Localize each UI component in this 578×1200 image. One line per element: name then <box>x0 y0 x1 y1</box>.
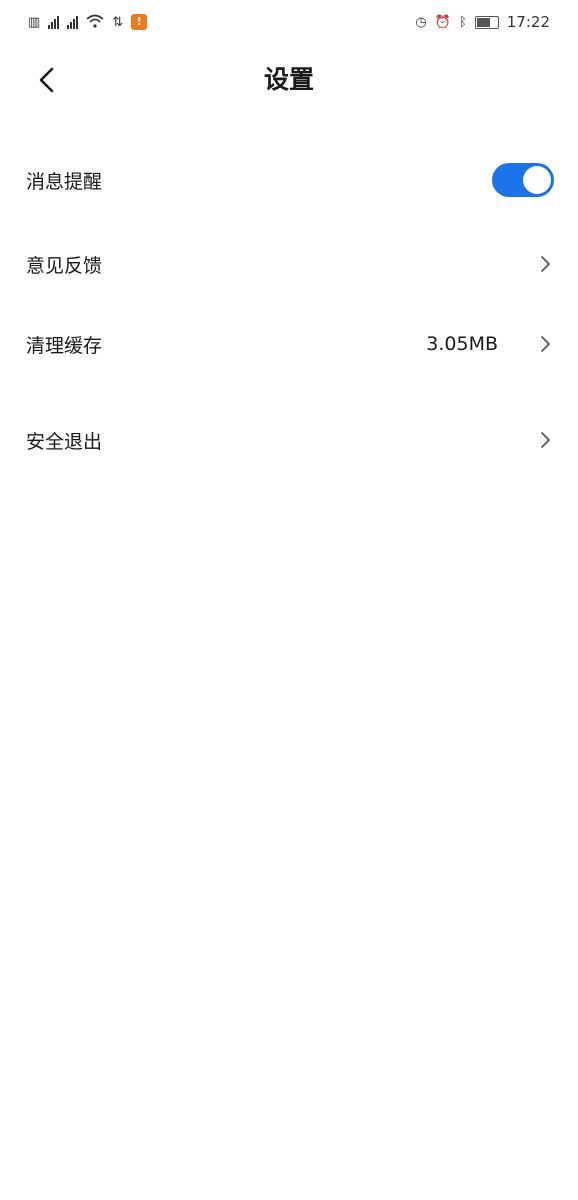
chevron-right-icon <box>538 255 552 273</box>
cache-size-value: 3.05MB <box>426 333 498 355</box>
signal-icon <box>48 15 60 29</box>
setting-label: 意见反馈 <box>26 254 103 277</box>
sim-card-icon: ▥ <box>28 14 41 30</box>
setting-label: 清理缓存 <box>26 334 103 357</box>
setting-item-message-reminder: 消息提醒 <box>0 140 578 220</box>
usb-icon: ⇅ <box>112 14 124 30</box>
status-time: 17:22 <box>506 13 550 31</box>
setting-item-logout[interactable]: 安全退出 <box>0 400 578 480</box>
setting-item-feedback[interactable]: 意见反馈 <box>0 224 578 304</box>
setting-label: 消息提醒 <box>26 170 103 193</box>
battery-icon <box>474 15 499 29</box>
signal-icon-2 <box>67 15 79 29</box>
page-title: 设置 <box>263 65 314 94</box>
nav-bar: 设置 <box>0 44 578 116</box>
chevron-right-icon <box>538 431 552 449</box>
setting-item-clear-cache[interactable]: 清理缓存 3.05MB <box>0 304 578 384</box>
toggle-knob <box>523 166 551 194</box>
setting-label: 安全退出 <box>26 430 103 453</box>
message-reminder-toggle[interactable] <box>492 163 554 197</box>
sync-icon: ◷ <box>415 14 427 30</box>
chevron-right-icon <box>538 335 552 353</box>
status-bar-left: ▥ ⇅ ! <box>28 14 148 31</box>
wifi-icon <box>86 14 104 31</box>
status-bar-right: ◷ ⏰ ᛒ 17:22 <box>415 13 550 31</box>
alarm-icon: ⏰ <box>434 14 451 30</box>
notification-badge-icon: ! <box>131 14 148 30</box>
bluetooth-icon: ᛒ <box>458 14 467 30</box>
status-bar: ▥ ⇅ ! ◷ ⏰ ᛒ 17:22 <box>0 0 578 44</box>
